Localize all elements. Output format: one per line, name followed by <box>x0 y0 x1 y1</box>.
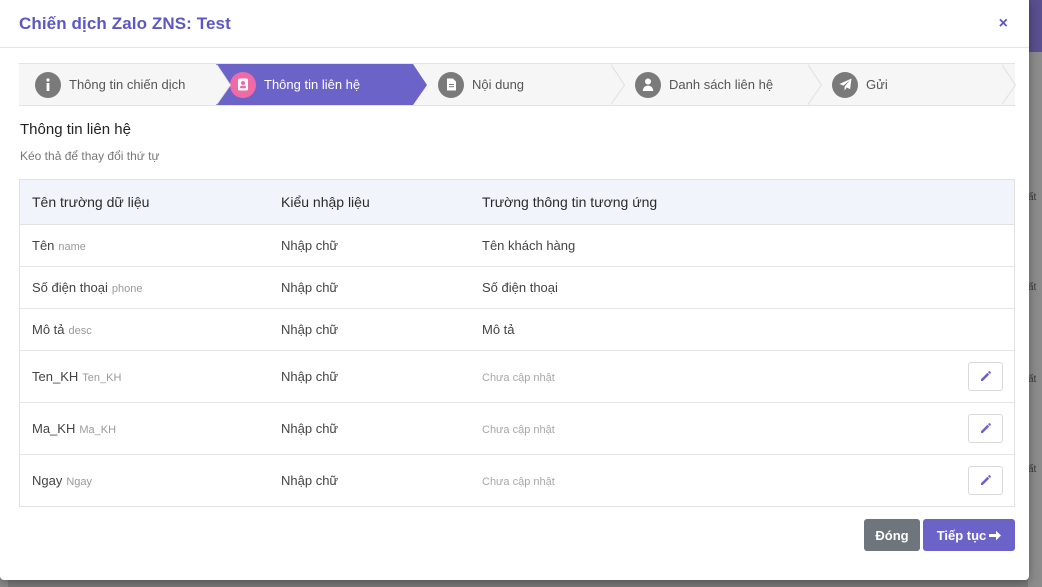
field-name-cell: Mô tả desc <box>20 308 269 351</box>
mapped-field-cell: Chưa cập nhật <box>470 402 954 455</box>
field-name: Mô tả <box>32 321 65 337</box>
mapped-field-placeholder: Chưa cập nhật <box>482 423 555 436</box>
modal-title: Chiến dịch Zalo ZNS: Test <box>19 13 231 33</box>
column-header-action <box>954 180 1014 225</box>
action-cell <box>954 402 1014 455</box>
input-type-cell: Nhập chữ <box>269 224 470 267</box>
field-name: Ngay <box>32 472 63 488</box>
background-right-strip: ất ất ất ất <box>1028 52 1042 587</box>
arrow-right-icon <box>989 530 1002 540</box>
background-tick: ất <box>1028 282 1037 293</box>
input-type-cell: Nhập chữ <box>281 472 339 488</box>
section-subtitle: Kéo thả để thay đổi thứ tự <box>20 149 160 163</box>
contact-card-icon <box>230 71 256 98</box>
step-label: Danh sách liên hệ <box>669 77 774 92</box>
table-row[interactable]: Mô tả desc Nhập chữ Mô tả <box>20 308 1014 351</box>
background-tick: ất <box>1028 464 1037 475</box>
mapped-field-cell: Tên khách hàng <box>470 224 954 267</box>
pencil-icon <box>980 371 991 381</box>
wizard-stepper: Thông tin chiến dịch Thông tin liên hệ N… <box>19 63 1016 106</box>
input-type-cell: Nhập chữ <box>269 266 470 309</box>
field-name: Ten_KH <box>32 368 79 384</box>
step-campaign-info[interactable]: Thông tin chiến dịch <box>19 64 231 105</box>
mapped-field-cell: Chưa cập nhật <box>470 350 954 403</box>
campaign-modal: Chiến dịch Zalo ZNS: Test × Thông tin ch… <box>0 0 1029 580</box>
user-icon <box>635 71 661 98</box>
input-type-cell: Nhập chữ <box>269 402 470 455</box>
field-name: Ma_KH <box>32 420 76 436</box>
mapped-field-cell: Chưa cập nhật <box>470 454 954 506</box>
pencil-icon <box>980 475 991 486</box>
action-cell <box>954 454 1014 506</box>
send-icon <box>832 71 858 98</box>
mapped-field-cell: Mô tả <box>470 308 954 351</box>
background-tick: ất <box>1028 374 1037 385</box>
continue-button[interactable]: Tiếp tục <box>923 519 1015 551</box>
field-name: Số điện thoại <box>32 279 108 295</box>
field-key: Ten_KH <box>82 371 122 384</box>
field-name-cell: Ma_KH Ma_KH <box>20 402 269 455</box>
mapped-field-placeholder: Chưa cập nhật <box>482 475 555 488</box>
close-button[interactable]: Đóng <box>864 519 920 551</box>
step-contact-info[interactable]: Thông tin liên hệ <box>216 64 427 105</box>
field-name-cell: Số điện thoại phone <box>20 266 269 309</box>
field-name-cell: Ten_KH Ten_KH <box>20 350 269 403</box>
table-row[interactable]: Ma_KH Ma_KH Nhập chữ Chưa cập nhật <box>20 402 1014 455</box>
column-header-mapped-field: Trường thông tin tương ứng <box>470 180 954 225</box>
action-cell <box>954 350 1014 403</box>
mapped-field-placeholder: Chưa cập nhật <box>482 371 555 384</box>
table-header-row: Tên trường dữ liệu Kiểu nhập liệu Trường… <box>20 180 1014 225</box>
action-cell <box>954 224 1014 267</box>
step-label: Thông tin chiến dịch <box>69 77 186 92</box>
step-contact-list[interactable]: Danh sách liên hệ <box>610 64 822 105</box>
close-icon[interactable]: × <box>997 15 1010 33</box>
contact-fields-table: Tên trường dữ liệu Kiểu nhập liệu Trường… <box>19 179 1015 507</box>
document-icon <box>438 71 464 98</box>
info-icon <box>35 71 61 98</box>
action-cell <box>954 308 1014 351</box>
action-cell <box>954 266 1014 309</box>
field-key: name <box>58 240 86 253</box>
table-row[interactable]: Số điện thoại phone Nhập chữ Số điện thoạ… <box>20 266 1014 309</box>
step-content[interactable]: Nội dung <box>413 64 625 105</box>
mapped-field-cell: Số điện thoại <box>470 266 954 309</box>
table-row[interactable]: Tên name Nhập chữ Tên khách hàng <box>20 224 1014 267</box>
edit-button[interactable] <box>968 465 1003 495</box>
background-tick: ất <box>1028 192 1037 203</box>
input-type-cell: Nhập chữ <box>269 350 470 403</box>
field-name-cell: Ngay Ngay <box>20 454 269 506</box>
pencil-icon <box>980 423 991 433</box>
table-row[interactable]: Ngay Ngay Nhập chữ Chưa cập nhật <box>20 454 1014 506</box>
input-type-cell: Nhập chữ <box>269 308 470 351</box>
step-label: Thông tin liên hệ <box>264 77 361 92</box>
step-label: Gửi <box>866 77 888 92</box>
field-key: desc <box>68 324 92 337</box>
field-key: phone <box>111 282 143 295</box>
modal-header: Chiến dịch Zalo ZNS: Test × <box>0 0 1029 48</box>
step-send[interactable]: Gửi <box>807 64 1016 105</box>
field-name: Tên <box>32 237 55 253</box>
field-key: Ma_KH <box>79 423 117 436</box>
field-key: Ngay <box>66 475 93 488</box>
table-row[interactable]: Ten_KH Ten_KH Nhập chữ Chưa cập nhật <box>20 350 1014 403</box>
column-header-field-name: Tên trường dữ liệu <box>20 180 269 225</box>
edit-button[interactable] <box>968 361 1003 391</box>
section-title: Thông tin liên hệ <box>20 121 131 138</box>
column-header-input-type: Kiểu nhập liệu <box>269 180 470 225</box>
edit-button[interactable] <box>968 413 1003 443</box>
step-label: Nội dung <box>472 77 525 92</box>
continue-button-label: Tiếp tục <box>936 527 987 543</box>
field-name-cell: Tên name <box>20 224 269 267</box>
